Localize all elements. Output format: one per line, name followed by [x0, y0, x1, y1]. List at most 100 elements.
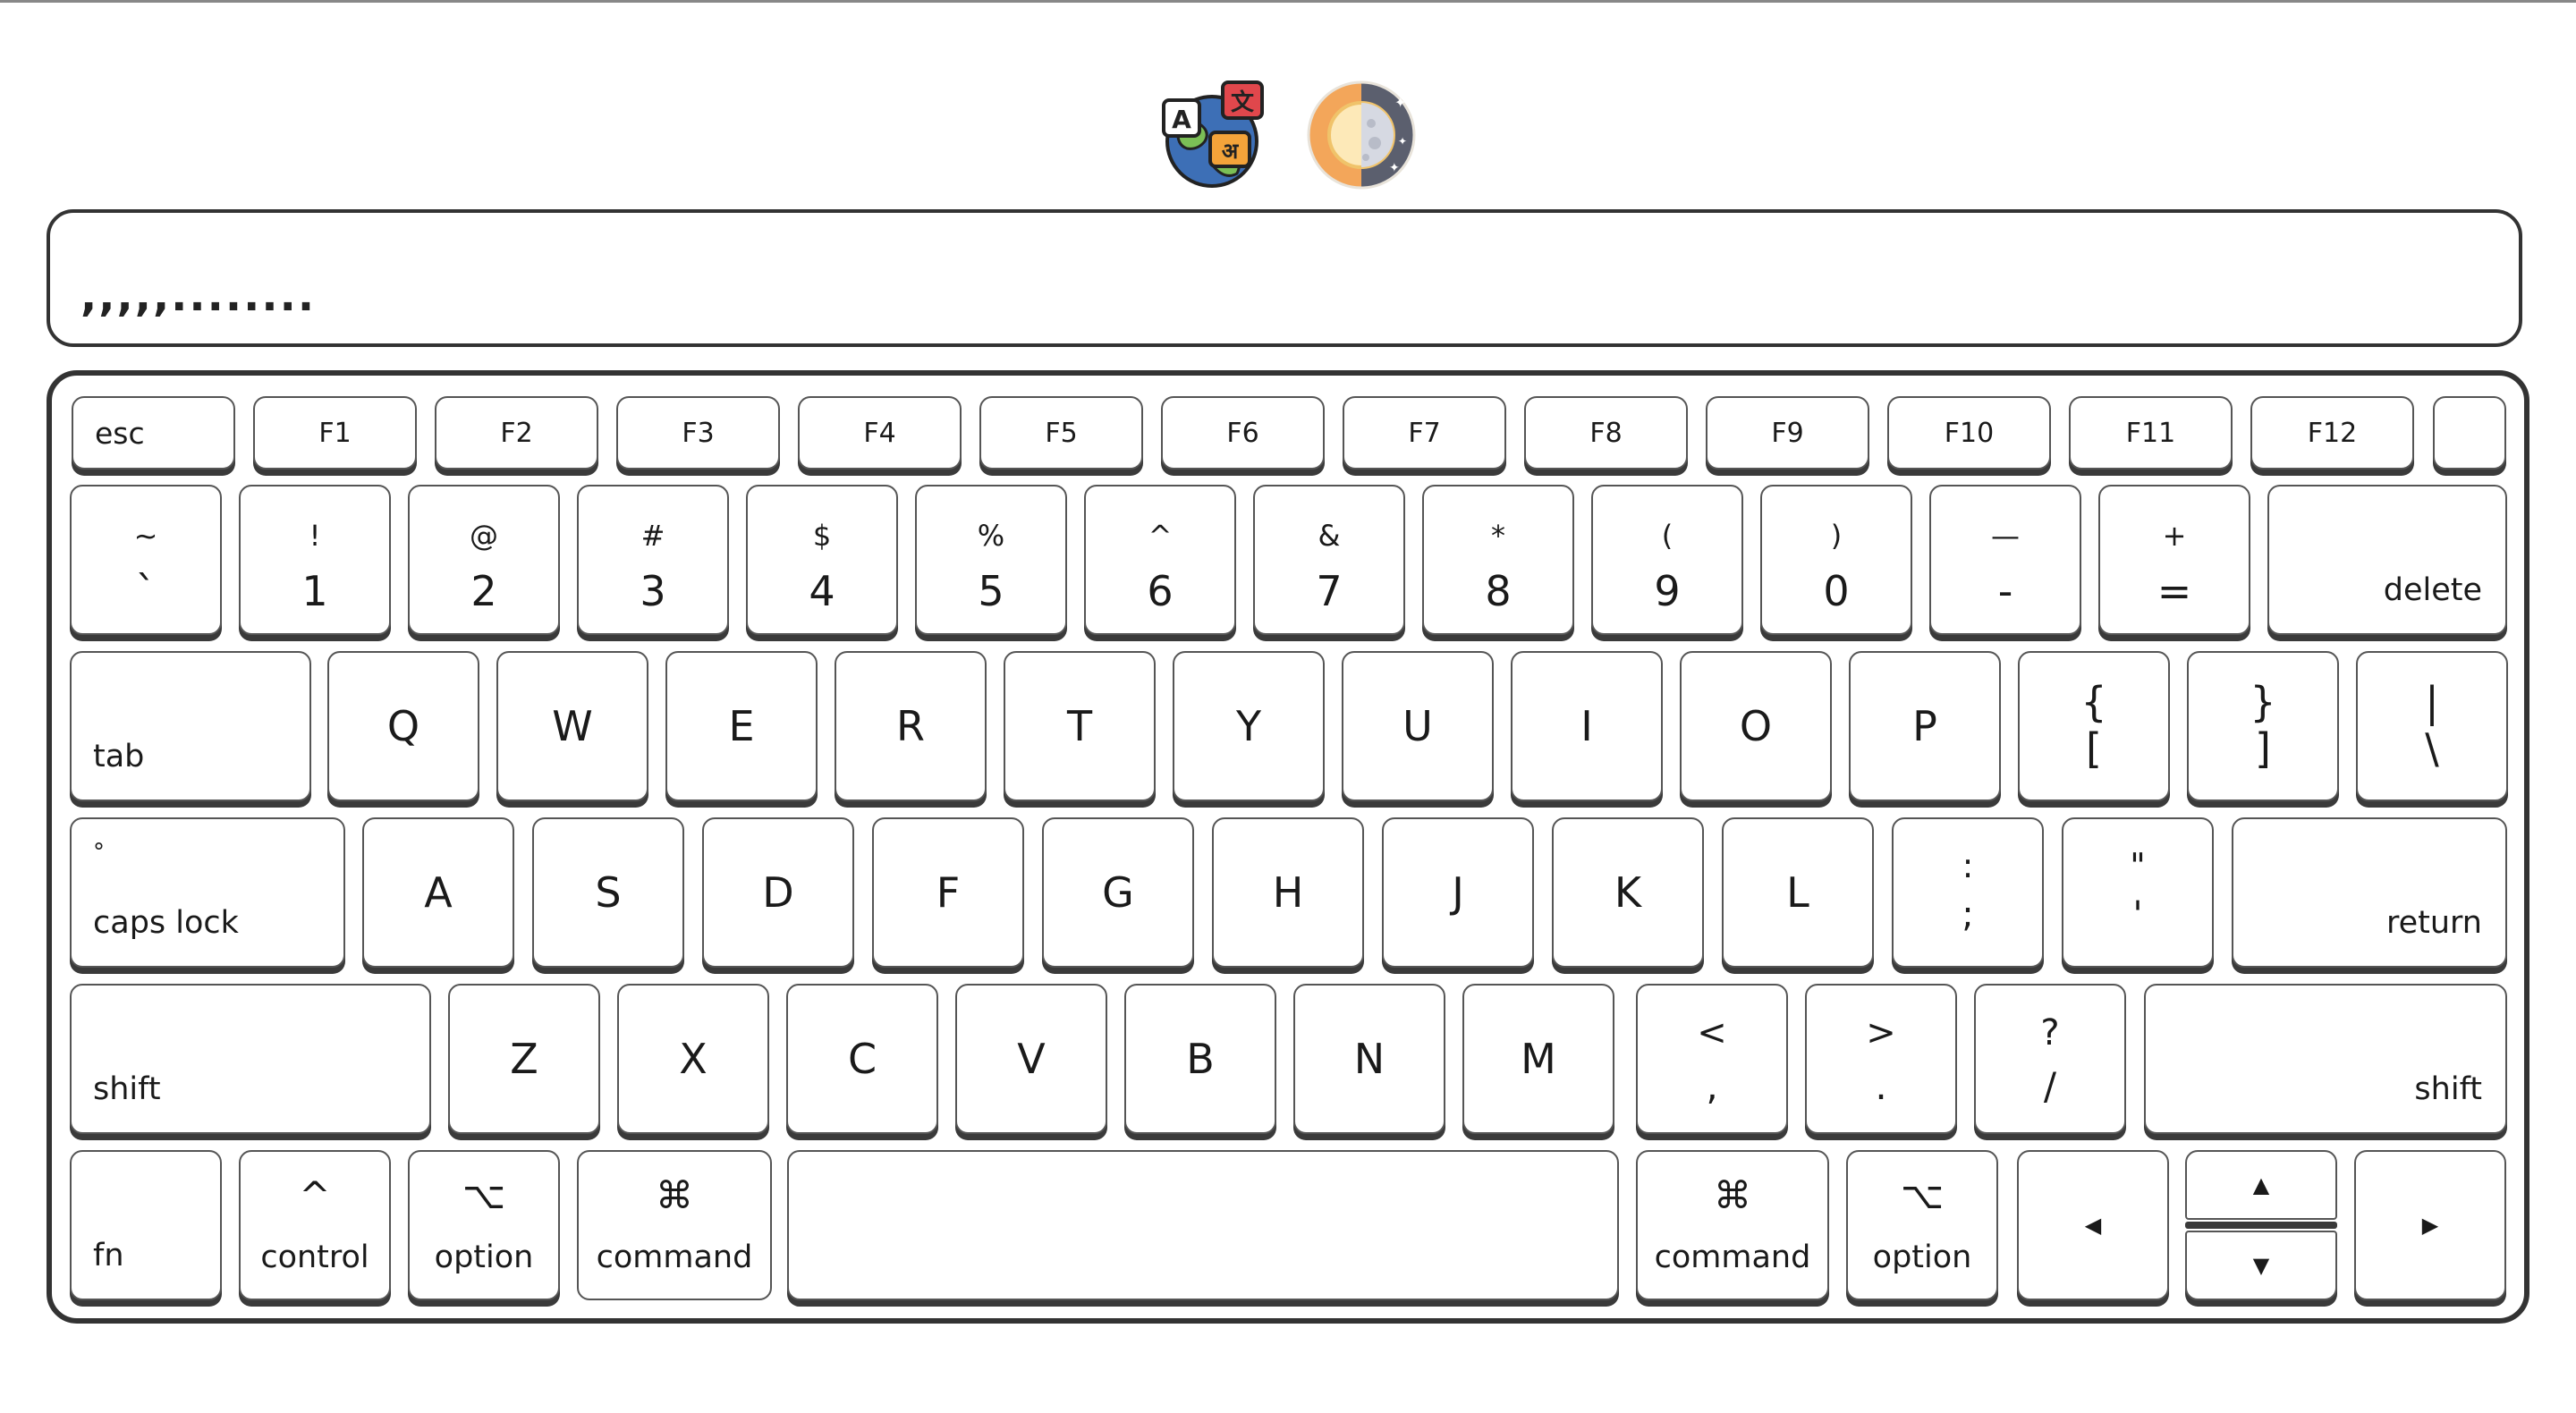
key-symbol: ⌘ [656, 1173, 693, 1217]
key-char: E [728, 702, 755, 750]
key-f11[interactable]: F11 [2069, 396, 2233, 470]
key-y[interactable]: Y [1173, 651, 1325, 801]
key-char: ` [135, 567, 157, 615]
key-shift-left[interactable]: shift [70, 984, 431, 1134]
key-o[interactable]: O [1680, 651, 1832, 801]
key-shift-char: + [2162, 519, 2187, 553]
key-2[interactable]: @2 [408, 485, 560, 635]
key-4[interactable]: $4 [746, 485, 898, 635]
key-char: 6 [1147, 567, 1174, 615]
key-backtick[interactable]: ~ ` [70, 485, 222, 635]
key-tab[interactable]: tab [70, 651, 311, 801]
key-f7[interactable]: F7 [1343, 396, 1506, 470]
key-m[interactable]: M [1462, 984, 1614, 1134]
key-lbracket[interactable]: {[ [2018, 651, 2170, 801]
key-command-right[interactable]: ⌘ command [1636, 1150, 1829, 1300]
key-quote[interactable]: " ' [2062, 817, 2214, 968]
key-f8[interactable]: F8 [1524, 396, 1688, 470]
key-a[interactable]: A [362, 817, 514, 968]
key-1[interactable]: ! 1 [239, 485, 391, 635]
key-w[interactable]: W [496, 651, 648, 801]
top-border [0, 0, 2576, 3]
key-fn[interactable]: fn [70, 1150, 222, 1300]
key-comma[interactable]: <, [1636, 984, 1788, 1134]
key-v[interactable]: V [955, 984, 1107, 1134]
key-f9[interactable]: F9 [1706, 396, 1869, 470]
key-return[interactable]: return [2232, 817, 2507, 968]
key-backslash[interactable]: | \ [2356, 651, 2508, 801]
key-j[interactable]: J [1382, 817, 1534, 968]
key-esc[interactable]: esc [72, 396, 235, 470]
key-shift-char: $ [812, 519, 832, 553]
key-char: H [1272, 868, 1304, 917]
key-c[interactable]: C [786, 984, 938, 1134]
key-z[interactable]: Z [448, 984, 600, 1134]
key-command-left[interactable]: ⌘ command [577, 1150, 772, 1300]
key-control[interactable]: ^ control [239, 1150, 391, 1300]
key-x[interactable]: X [617, 984, 769, 1134]
key-caps-lock[interactable]: ° caps lock [70, 817, 345, 968]
key-t[interactable]: T [1004, 651, 1156, 801]
key-label: F8 [1589, 417, 1623, 449]
key-arrow-down[interactable]: ▼ [2185, 1231, 2337, 1300]
key-f4[interactable]: F4 [798, 396, 962, 470]
key-power[interactable] [2433, 396, 2506, 470]
key-s[interactable]: S [532, 817, 684, 968]
key-char: - [1997, 567, 2013, 615]
key-arrow-left[interactable]: ◀ [2017, 1150, 2169, 1300]
key-9[interactable]: (9 [1591, 485, 1743, 635]
key-char: N [1353, 1035, 1385, 1083]
key-label: command [1654, 1240, 1811, 1275]
key-option-left[interactable]: ⌥ option [408, 1150, 560, 1300]
key-e[interactable]: E [665, 651, 818, 801]
key-slash[interactable]: ? / [1974, 984, 2126, 1134]
key-f10[interactable]: F10 [1887, 396, 2051, 470]
key-i[interactable]: I [1511, 651, 1663, 801]
key-7[interactable]: & 7 [1253, 485, 1405, 635]
text-output-field[interactable]: ,,,,,........ [47, 209, 2522, 347]
language-globe-icon[interactable]: A 文 अ [1158, 79, 1271, 191]
key-p[interactable]: P [1849, 651, 2001, 801]
key-l[interactable]: L [1722, 817, 1874, 968]
key-d[interactable]: D [702, 817, 854, 968]
key-g[interactable]: G [1042, 817, 1194, 968]
key-f[interactable]: F [872, 817, 1024, 968]
key-6[interactable]: ^ 6 [1084, 485, 1236, 635]
key-space[interactable] [787, 1150, 1619, 1300]
key-arrow-right[interactable]: ▶ [2354, 1150, 2506, 1300]
key-option-right[interactable]: ⌥ option [1846, 1150, 1998, 1300]
key-f3[interactable]: F3 [616, 396, 780, 470]
key-char: , [1706, 1064, 1718, 1108]
key-r[interactable]: R [835, 651, 987, 801]
key-3[interactable]: #3 [577, 485, 729, 635]
key-minus[interactable]: — - [1929, 485, 2081, 635]
key-f12[interactable]: F12 [2250, 396, 2414, 470]
key-q[interactable]: Q [327, 651, 479, 801]
key-label: option [434, 1240, 534, 1275]
key-shift-right[interactable]: shift [2144, 984, 2507, 1134]
key-h[interactable]: H [1212, 817, 1364, 968]
key-char: ] [2255, 724, 2271, 773]
key-f1[interactable]: F1 [253, 396, 417, 470]
key-5[interactable]: % 5 [915, 485, 1067, 635]
key-f2[interactable]: F2 [435, 396, 598, 470]
key-delete[interactable]: delete [2267, 485, 2507, 635]
key-f6[interactable]: F6 [1161, 396, 1325, 470]
key-shift-char: | [2425, 678, 2439, 726]
day-night-toggle-icon[interactable]: ✦ ✦ ✦ [1305, 79, 1418, 191]
svg-text:A: A [1172, 105, 1191, 134]
key-f5[interactable]: F5 [979, 396, 1143, 470]
key-arrow-up[interactable]: ▲ [2185, 1150, 2337, 1220]
key-n[interactable]: N [1293, 984, 1445, 1134]
key-k[interactable]: K [1552, 817, 1704, 968]
key-8[interactable]: * 8 [1422, 485, 1574, 635]
key-u[interactable]: U [1342, 651, 1494, 801]
key-period[interactable]: >. [1805, 984, 1957, 1134]
key-rbracket[interactable]: }] [2187, 651, 2339, 801]
key-semicolon[interactable]: :; [1892, 817, 2044, 968]
key-char: J [1452, 868, 1464, 917]
key-shift-char: : [1962, 846, 1974, 885]
key-0[interactable]: ) 0 [1760, 485, 1912, 635]
key-b[interactable]: B [1124, 984, 1276, 1134]
key-equals[interactable]: + = [2098, 485, 2250, 635]
